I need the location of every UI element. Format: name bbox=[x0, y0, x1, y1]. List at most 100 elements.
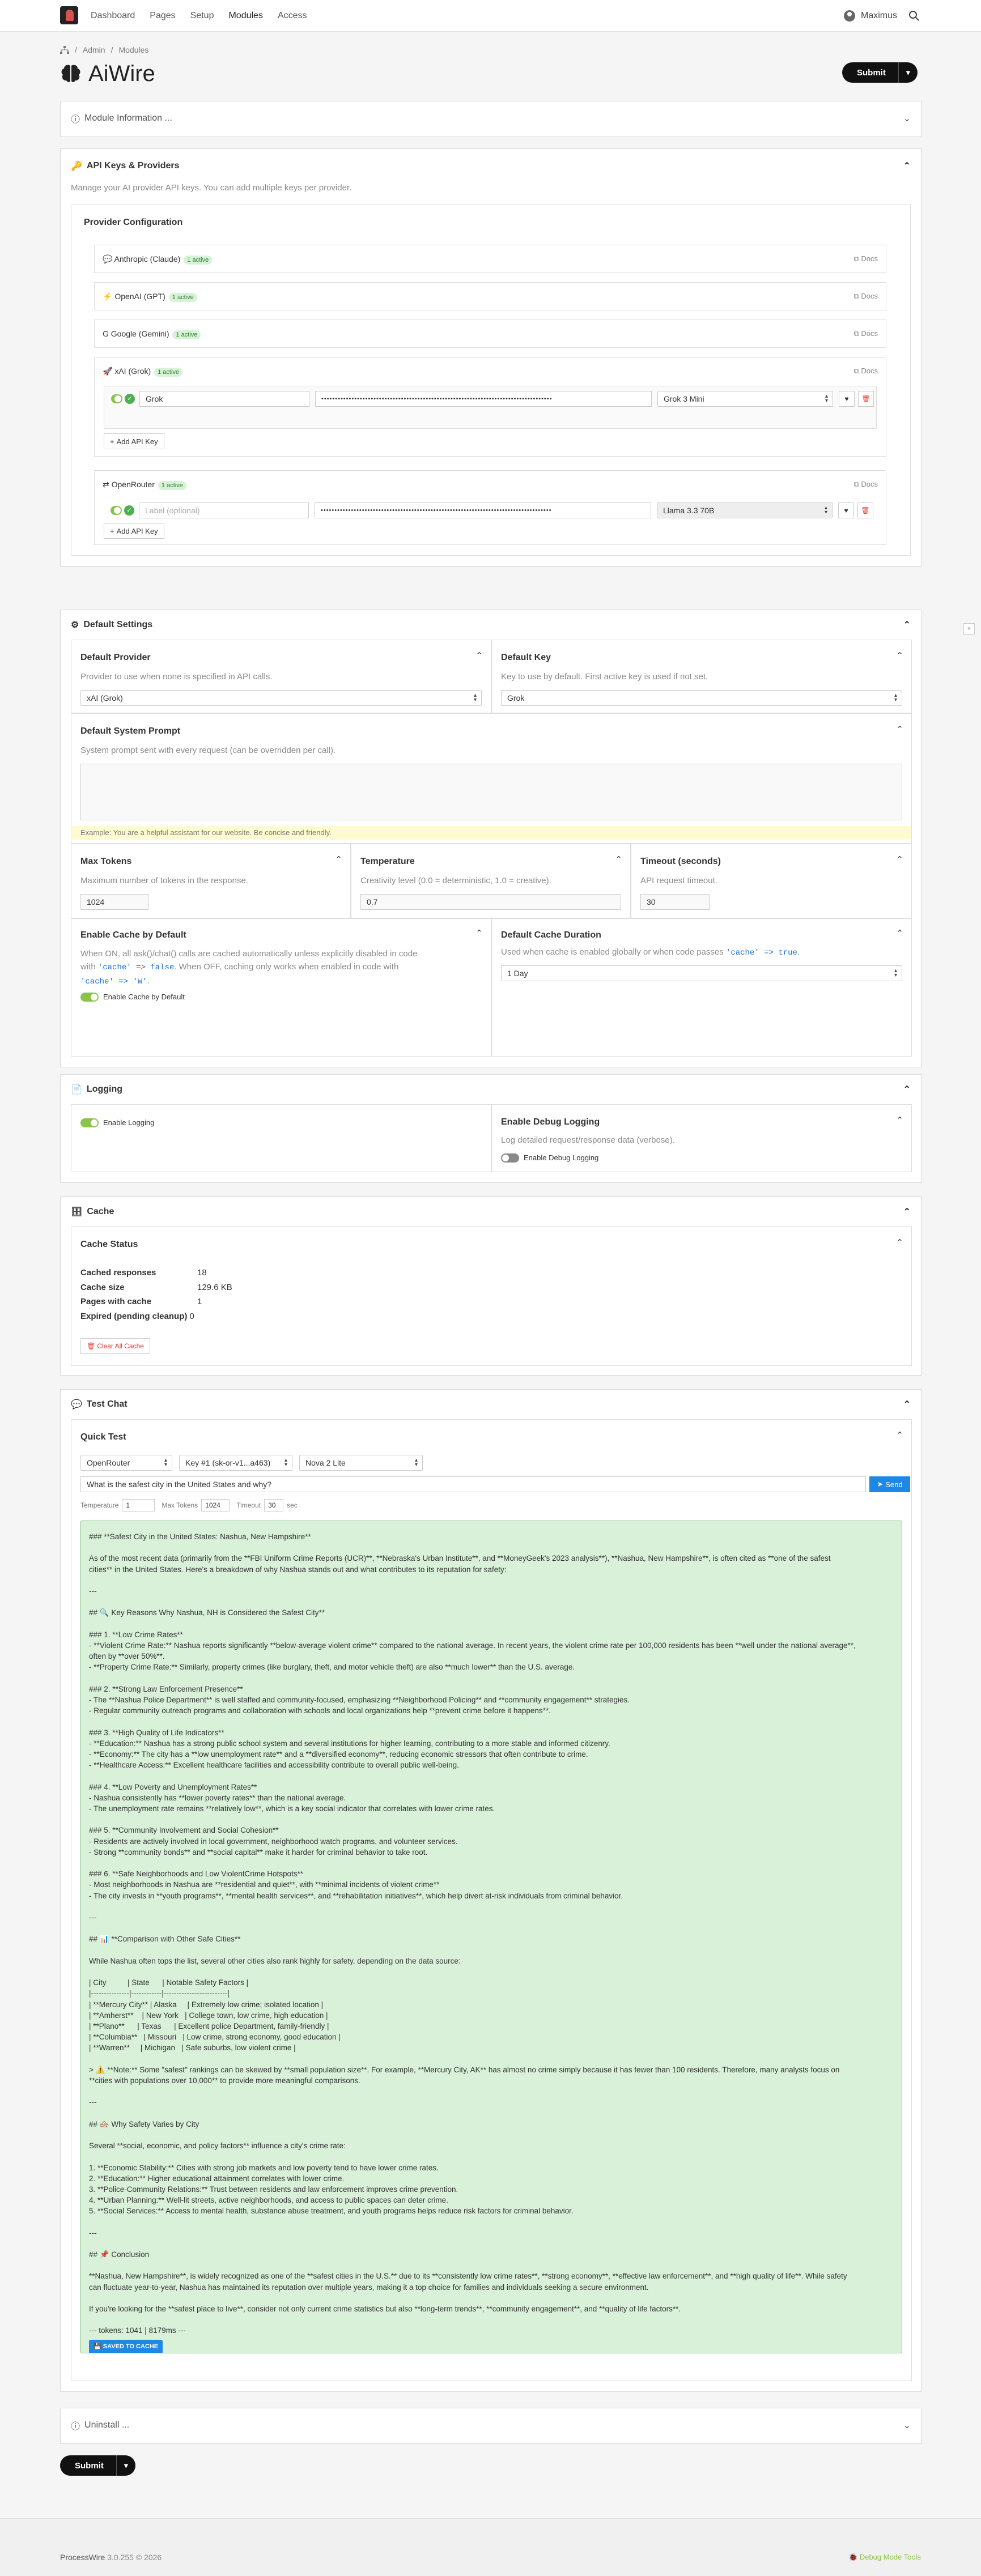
provider-openai[interactable]: ⚡ OpenAI (GPT) 1 active ⧉ Docs bbox=[94, 282, 886, 310]
chevron-up-icon[interactable]: ⌃ bbox=[896, 650, 903, 661]
max-tokens-input[interactable]: 1024 bbox=[80, 894, 148, 910]
chevron-down-icon[interactable]: ⌄ bbox=[903, 2420, 911, 2431]
response-line: If you're looking for the **safest place… bbox=[89, 2305, 681, 2314]
model-select[interactable]: Nova 2 Lite ▴ ▾ bbox=[299, 1455, 423, 1471]
delete-icon[interactable]: 🗑 bbox=[858, 391, 874, 407]
add-api-key-button[interactable]: + Add API Key bbox=[104, 433, 164, 449]
close-icon[interactable]: × bbox=[963, 623, 975, 635]
response-line bbox=[89, 2108, 894, 2119]
key-label-input[interactable]: Grok bbox=[139, 391, 309, 407]
key-select[interactable]: Key #1 (sk-or-v1...a463) ▴ ▾ bbox=[179, 1455, 292, 1471]
nav-access[interactable]: Access bbox=[278, 11, 307, 21]
timeout-input[interactable]: 30 bbox=[640, 894, 710, 910]
cache-duration-select[interactable]: 1 Day ▴ ▾ bbox=[501, 965, 902, 981]
chevron-up-icon[interactable]: ⌃ bbox=[903, 1084, 911, 1095]
chevron-up-icon[interactable]: ⌃ bbox=[896, 1430, 903, 1440]
provider-google[interactable]: G Google (Gemini) 1 active ⧉ Docs bbox=[94, 320, 886, 348]
heart-icon[interactable]: ♥ bbox=[839, 391, 855, 407]
chevron-up-icon[interactable]: ⌃ bbox=[903, 1399, 911, 1410]
chevron-up-icon[interactable]: ⌃ bbox=[475, 650, 483, 661]
question-input[interactable]: What is the safest city in the United St… bbox=[80, 1476, 866, 1492]
page-title: AiWire bbox=[60, 61, 155, 87]
timeout-stepper[interactable]: 30 bbox=[264, 1499, 284, 1511]
sitemap-icon[interactable] bbox=[60, 46, 69, 54]
chevron-down-icon[interactable]: ▾ bbox=[898, 62, 918, 83]
docs-link[interactable]: ⧉ Docs bbox=[853, 367, 878, 376]
send-icon: ➤ bbox=[877, 1480, 884, 1488]
toggle-label: Enable Cache by Default bbox=[103, 993, 185, 1001]
chevron-up-icon[interactable]: ⌃ bbox=[896, 1115, 903, 1125]
response-line: ### 6. **Safe Neighborhoods and Low Viol… bbox=[89, 1870, 303, 1879]
user-icon bbox=[843, 10, 855, 22]
processwire-link[interactable]: ProcessWire bbox=[60, 2553, 105, 2562]
key-label-input[interactable]: Label (optional) bbox=[139, 503, 309, 518]
submit-button-top[interactable]: Submit ▾ bbox=[842, 62, 918, 83]
docs-link[interactable]: ⧉ Docs bbox=[853, 292, 878, 301]
send-button[interactable]: ➤ Send bbox=[869, 1476, 910, 1492]
nav-dashboard[interactable]: Dashboard bbox=[91, 11, 135, 21]
nav-pages[interactable]: Pages bbox=[150, 11, 175, 21]
debug-tools-link[interactable]: 🐞 Debug Mode Tools bbox=[848, 2553, 921, 2562]
default-key-select[interactable]: Grok ▴ ▾ bbox=[501, 690, 902, 706]
field-desc: Provider to use when none is specified i… bbox=[80, 672, 273, 682]
debug-logging-toggle[interactable] bbox=[501, 1153, 519, 1163]
clear-cache-button[interactable]: 🗑 Clear All Cache bbox=[80, 1338, 150, 1354]
quick-test-box: Quick Test ⌃ OpenRouter ▴ ▾ Key #1 (sk-or-… bbox=[71, 1419, 912, 2381]
chevron-up-icon[interactable]: ⌃ bbox=[896, 1237, 903, 1247]
brain-icon bbox=[61, 65, 80, 82]
temperature-input[interactable]: 0.7 bbox=[360, 894, 621, 910]
provider-select[interactable]: OpenRouter ▴ ▾ bbox=[80, 1455, 172, 1471]
model-select[interactable]: Grok 3 Mini ▴ ▾ bbox=[657, 391, 833, 407]
status-badge: 1 active bbox=[184, 256, 213, 265]
response-line bbox=[89, 2238, 894, 2249]
api-key-input[interactable]: ••••••••••••••••••••••••••••••••••••••••… bbox=[315, 503, 651, 518]
chevron-up-icon[interactable]: ⌃ bbox=[896, 854, 903, 865]
chevron-up-icon[interactable]: ⌃ bbox=[475, 928, 483, 938]
default-provider-select[interactable]: xAI (Grok) ▴ ▾ bbox=[80, 690, 482, 706]
chevron-up-icon[interactable]: ⌃ bbox=[903, 619, 911, 631]
temperature-stepper[interactable]: 1 bbox=[122, 1499, 155, 1511]
provider-xai: 🚀 xAI (Grok) 1 active ⧉ Docs ✓ Grok •••••… bbox=[94, 357, 886, 457]
chevron-down-icon[interactable]: ⌄ bbox=[903, 113, 911, 124]
docs-link[interactable]: ⧉ Docs bbox=[853, 254, 878, 263]
user-menu[interactable]: Maximus bbox=[843, 0, 897, 32]
nav-modules[interactable]: Modules bbox=[228, 11, 262, 21]
chevron-up-icon[interactable]: ⌃ bbox=[615, 854, 622, 865]
max-tokens-stepper[interactable]: 1024 bbox=[201, 1499, 230, 1511]
chevron-up-icon[interactable]: ⌃ bbox=[903, 160, 911, 172]
response-line bbox=[89, 1673, 894, 1684]
chevron-down-icon[interactable]: ▾ bbox=[116, 2455, 135, 2476]
response-line: - **Education:** Nashua has a strong pub… bbox=[89, 1739, 610, 1748]
chevron-up-icon[interactable]: ⌃ bbox=[896, 928, 903, 938]
crumb-admin[interactable]: Admin bbox=[83, 45, 105, 54]
submit-button-bottom[interactable]: Submit ▾ bbox=[60, 2455, 135, 2476]
nav-setup[interactable]: Setup bbox=[190, 11, 214, 21]
model-select[interactable]: Llama 3.3 70B ▴ ▾ bbox=[657, 503, 833, 518]
cache-default-toggle[interactable] bbox=[80, 993, 99, 1002]
key-active-toggle[interactable] bbox=[111, 506, 122, 515]
response-line: **Nashua, New Hampshire**, is widely rec… bbox=[89, 2272, 847, 2281]
chevron-up-icon[interactable]: ⌃ bbox=[903, 1206, 911, 1217]
heart-icon[interactable]: ♥ bbox=[838, 503, 854, 518]
response-line: cities** in the United States. Here's a … bbox=[89, 1565, 507, 1574]
system-prompt-textarea[interactable] bbox=[80, 764, 902, 820]
key-active-toggle[interactable] bbox=[111, 394, 122, 403]
delete-icon[interactable]: 🗑 bbox=[857, 503, 873, 518]
response-line: > ⚠️ **Note:** Some "safest" rankings ca… bbox=[89, 2065, 840, 2074]
crumb-modules[interactable]: Modules bbox=[118, 45, 148, 54]
chevron-up-icon[interactable]: ⌃ bbox=[896, 724, 903, 734]
docs-link[interactable]: ⧉ Docs bbox=[853, 480, 878, 489]
provider-anthropic[interactable]: 💬 Anthropic (Claude) 1 active ⧉ Docs bbox=[94, 245, 886, 273]
api-key-input[interactable]: ••••••••••••••••••••••••••••••••••••••••… bbox=[315, 391, 652, 407]
add-api-key-button[interactable]: + Add API Key bbox=[104, 523, 164, 539]
enable-logging-toggle[interactable] bbox=[80, 1118, 99, 1127]
uninstall-panel[interactable]: ⓘ Uninstall ... ⌄ bbox=[60, 2408, 921, 2444]
cache-panel: 🗄 Cache ⌃ Cache Status ⌃ Cached responses 1… bbox=[60, 1197, 921, 1376]
chevron-up-icon[interactable]: ⌃ bbox=[335, 854, 342, 865]
search-icon[interactable] bbox=[908, 10, 920, 22]
document-icon: 📄 bbox=[71, 1085, 82, 1095]
docs-link[interactable]: ⧉ Docs bbox=[853, 329, 878, 338]
panel-title: Module Information ... bbox=[84, 113, 172, 123]
module-info-panel[interactable]: ⓘ Module Information ... ⌄ bbox=[60, 101, 921, 137]
site-logo[interactable] bbox=[60, 6, 78, 24]
